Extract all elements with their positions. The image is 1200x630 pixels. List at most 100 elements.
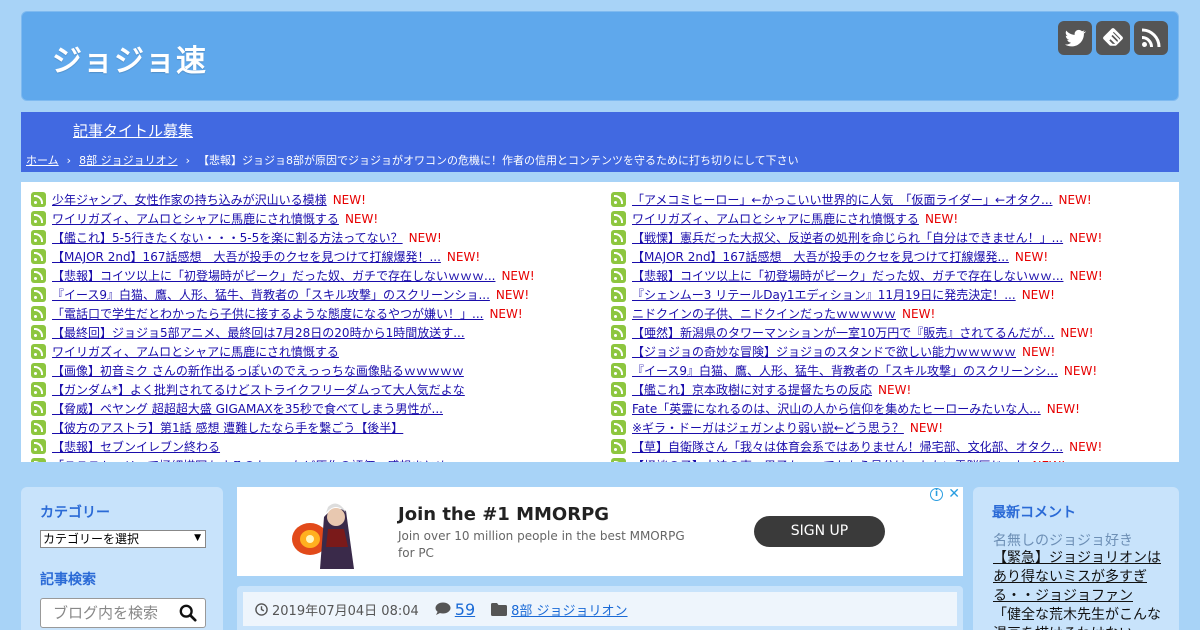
- ad-banner[interactable]: Join the #1 MMORPG Join over 10 million …: [237, 486, 963, 576]
- feed-item: 【彼方のアストラ】第1話 感想 遭難したなら手を繋ごう【後半】: [31, 418, 535, 437]
- new-badge: NEW!: [1069, 230, 1103, 245]
- feed-item: 『シェンムー3 リテールDay1エディション』11月19日に発売決定！... NE…: [611, 285, 1103, 304]
- search-heading: 記事検索: [40, 572, 96, 588]
- feed-item-link[interactable]: 『シェンムー3 リテールDay1エディション』11月19日に発売決定！...: [632, 286, 1016, 303]
- rss-feed-icon: [611, 344, 626, 359]
- new-badge: NEW!: [1069, 439, 1103, 454]
- category-heading: カテゴリー: [40, 505, 110, 521]
- feed-item: 【ジョジョの奇妙な冒険】ジョジョのスタンドで欲しい能力ｗｗｗｗｗ NEW!: [611, 342, 1103, 361]
- rss-feed-icon: [611, 439, 626, 454]
- rss-feed-icon: [31, 306, 46, 321]
- feed-item-link[interactable]: 【唖然】新潟県のタワーマンションが一室10万円で『販売』されてるんだが...: [632, 324, 1054, 341]
- feed-item-link[interactable]: 【悲報】セブンイレブン終わる: [52, 438, 220, 455]
- feed-item-link[interactable]: 少年ジャンプ、女性作家の持ち込みが沢山いる模様: [52, 191, 327, 208]
- feed-item-link[interactable]: 【艦これ】5-5行きたくない・・・5-5を楽に割る方法ってない？: [52, 229, 403, 246]
- feed-item-link[interactable]: ワイリガズィ、アムロとシャアに馬鹿にされ憤慨する: [632, 210, 919, 227]
- feed-item: 【艦これ】5-5行きたくない・・・5-5を楽に割る方法ってない？ NEW!: [31, 228, 535, 247]
- twitter-button[interactable]: [1058, 21, 1092, 55]
- new-badge: NEW!: [902, 306, 936, 321]
- feed-item-link[interactable]: 【戦慄】憲兵だった大叔父、反逆者の処刑を命じられ「自分はできません！」...: [632, 229, 1063, 246]
- ad-title: Join the #1 MMORPG: [398, 504, 610, 525]
- feed-item-link[interactable]: 【画像】初音ミク さんの新作出るっぽいのでえっっちな画像貼るｗｗｗｗｗ: [52, 362, 464, 379]
- feed-item-link[interactable]: 【MAJOR 2nd】167話感想 大吾が投手のクセを見つけて打線爆発！...: [52, 248, 441, 265]
- feed-item-link[interactable]: 【脅威】ペヤング 超超超大盛 GIGAMAXを35秒で食べてしまう男性が...: [52, 400, 443, 417]
- recent-comments-heading: 最新コメント: [992, 505, 1076, 521]
- feed-column-left: 少年ジャンプ、女性作家の持ち込みが沢山いる模様 NEW! ワイリガズィ、アムロとシャ…: [31, 190, 535, 462]
- feed-item-link[interactable]: Fate「英霊になれるのは、沢山の人から信仰を集めたヒーローみたいな人...: [632, 400, 1041, 417]
- feed-item-link[interactable]: 「電話口で学生だとわかったら子供に接するような態度になるやつが嫌い！」...: [52, 305, 483, 322]
- new-badge: NEW!: [408, 230, 442, 245]
- article-category-link[interactable]: 8部 ジョジョリオン: [511, 600, 627, 619]
- feed-item: 【脅威】ペヤング 超超超大盛 GIGAMAXを35秒で食べてしまう男性が...: [31, 399, 535, 418]
- feed-item: Fate「英霊になれるのは、沢山の人から信仰を集めたヒーローみたいな人... NE…: [611, 399, 1103, 418]
- feed-item-link[interactable]: 【草】自衛隊さん「我々は体育会系ではありません！帰宅部、文化部、オタク...: [632, 438, 1063, 455]
- rss-feed-icon: [31, 420, 46, 435]
- rss-button[interactable]: [1134, 21, 1168, 55]
- ad-close-icon[interactable]: ✕: [948, 486, 960, 502]
- new-badge: NEW!: [495, 287, 530, 302]
- comment-count-link[interactable]: 59: [455, 600, 475, 619]
- rss-feed-icon: [31, 439, 46, 454]
- nav-recruit-link[interactable]: 記事タイトル募集: [73, 120, 193, 141]
- breadcrumb-home[interactable]: ホーム: [26, 154, 59, 167]
- rss-feed-icon: [611, 268, 626, 283]
- new-badge: NEW!: [1021, 287, 1055, 302]
- rss-feed-icon: [31, 325, 46, 340]
- feed-item-link[interactable]: 『イース9』白猫、鷹、人形、猛牛、背教者の「スキル攻撃」のスクリーンショ...: [52, 286, 490, 303]
- rss-feed-icon: [611, 192, 626, 207]
- category-select[interactable]: カテゴリーを選択 ▼: [40, 530, 206, 548]
- sidebar-left: カテゴリー カテゴリーを選択 ▼ 記事検索 ブログ内を検索: [21, 487, 223, 630]
- feed-item-link[interactable]: 【最終回】ジョジョ5部アニメ、最終回は7月28日の20時から1時間放送す...: [52, 324, 465, 341]
- feed-item-link[interactable]: 【彼方のアストラ】第1話 感想 遭難したなら手を繋ごう【後半】: [52, 419, 403, 436]
- feed-item-link[interactable]: 【MAJOR 2nd】167話感想 大吾が投手のクセを見つけて打線爆発...: [632, 248, 1009, 265]
- feed-item-link[interactable]: 『イース9』白猫、鷹、人形、猛牛、背教者の「スキル攻撃」のスクリーンシ...: [632, 362, 1058, 379]
- breadcrumb-current: 【悲報】ジョジョ8部が原因でジョジョがオワコンの危機に！作者の信用とコンテンツを…: [197, 154, 799, 167]
- rss-feed-icon: [611, 363, 626, 378]
- ad-description: Join over 10 million people in the best …: [398, 529, 685, 560]
- new-badge: NEW!: [1022, 344, 1056, 359]
- new-badge: NEW!: [489, 306, 523, 321]
- rss-feed-icon: [611, 306, 626, 321]
- rss-feed-icon: [31, 401, 46, 416]
- breadcrumb-separator: ›: [66, 154, 72, 167]
- feed-item-link[interactable]: ワイリガズィ、アムロとシャアに馬鹿にされ憤慨する: [52, 343, 339, 360]
- feed-item-link[interactable]: 「ここストーリーで極細描写もするのかー」など原作の評価・感想まとめ: [52, 457, 447, 462]
- new-badge: NEW!: [1063, 363, 1098, 378]
- feed-item: ※ギラ・ドーガはジェガンより弱い説←どう思う？ NEW!: [611, 418, 1103, 437]
- new-badge: NEW!: [1046, 401, 1080, 416]
- site-title[interactable]: ジョジョ速: [52, 36, 207, 80]
- feedly-icon: [1103, 28, 1123, 46]
- feed-item: 【最終回】ジョジョ5部アニメ、最終回は7月28日の20時から1時間放送す...: [31, 323, 535, 342]
- recent-comment-article-link[interactable]: 【緊急】ジョジョリオンはあり得ないミスが多すぎる・・ジョジョファン: [993, 550, 1161, 604]
- feed-item-link[interactable]: ワイリガズィ、アムロとシャアに馬鹿にされ憤慨する: [52, 210, 339, 227]
- breadcrumb-category[interactable]: 8部 ジョジョリオン: [79, 154, 178, 167]
- feed-item-link[interactable]: 「アメコミヒーロー」←かっこいい世界的に人気 「仮面ライダー」←オタク...: [632, 191, 1052, 208]
- rss-feed-icon: [611, 420, 626, 435]
- feed-item-link[interactable]: 【怪談の子】大迫の声、男子か...ってかもう見分けつかない電脳区じゃね: [632, 457, 1027, 462]
- rss-feed-icon: [611, 382, 626, 397]
- feed-item: 【悲報】コイツ以上に「初登場時がピーク」だった奴、ガチで存在しないｗｗ... NE…: [611, 266, 1103, 285]
- search-icon[interactable]: [179, 604, 197, 622]
- feed-item: 【MAJOR 2nd】167話感想 大吾が投手のクセを見つけて打線爆発... NE…: [611, 247, 1103, 266]
- feed-item-link[interactable]: ※ギラ・ドーガはジェガンより弱い説←どう思う？: [632, 419, 904, 436]
- search-input[interactable]: ブログ内を検索: [40, 598, 206, 628]
- ad-signup-button[interactable]: SIGN UP: [754, 516, 885, 547]
- feed-item-link[interactable]: 【悲報】コイツ以上に「初登場時がピーク」だった奴、ガチで存在しないｗｗｗ...: [52, 267, 495, 284]
- dropdown-arrow-icon: ▼: [194, 533, 201, 543]
- category-select-value: カテゴリーを選択: [43, 532, 140, 546]
- ad-info-icon[interactable]: i: [930, 488, 943, 501]
- rss-feed-icon: [611, 230, 626, 245]
- feedly-button[interactable]: [1096, 21, 1130, 55]
- feed-item: 【戦慄】憲兵だった大叔父、反逆者の処刑を命じられ「自分はできません！」... NE…: [611, 228, 1103, 247]
- feed-item-link[interactable]: ニドクインの子供、ニドクインだったｗｗｗｗｗ: [632, 305, 896, 322]
- new-badge: NEW!: [501, 268, 535, 283]
- rss-feed-icon: [611, 211, 626, 226]
- article-meta: 2019年07月04日 08:04 59 8部 ジョジョリオン: [243, 592, 957, 626]
- clock-icon: [255, 602, 268, 616]
- feed-item-link[interactable]: 【ジョジョの奇妙な冒険】ジョジョのスタンドで欲しい能力ｗｗｗｗｗ: [632, 343, 1016, 360]
- feed-item-link[interactable]: 【悲報】コイツ以上に「初登場時がピーク」だった奴、ガチで存在しないｗｗ...: [632, 267, 1063, 284]
- rss-feed-icon: [31, 249, 46, 264]
- feed-item-link[interactable]: 【ガンダム*】よく批判されてるけどストライクフリーダムって大人気だよな: [52, 381, 465, 398]
- rss-feed-icon: [31, 363, 46, 378]
- feed-item-link[interactable]: 【艦これ】京本政樹に対する提督たちの反応: [632, 381, 872, 398]
